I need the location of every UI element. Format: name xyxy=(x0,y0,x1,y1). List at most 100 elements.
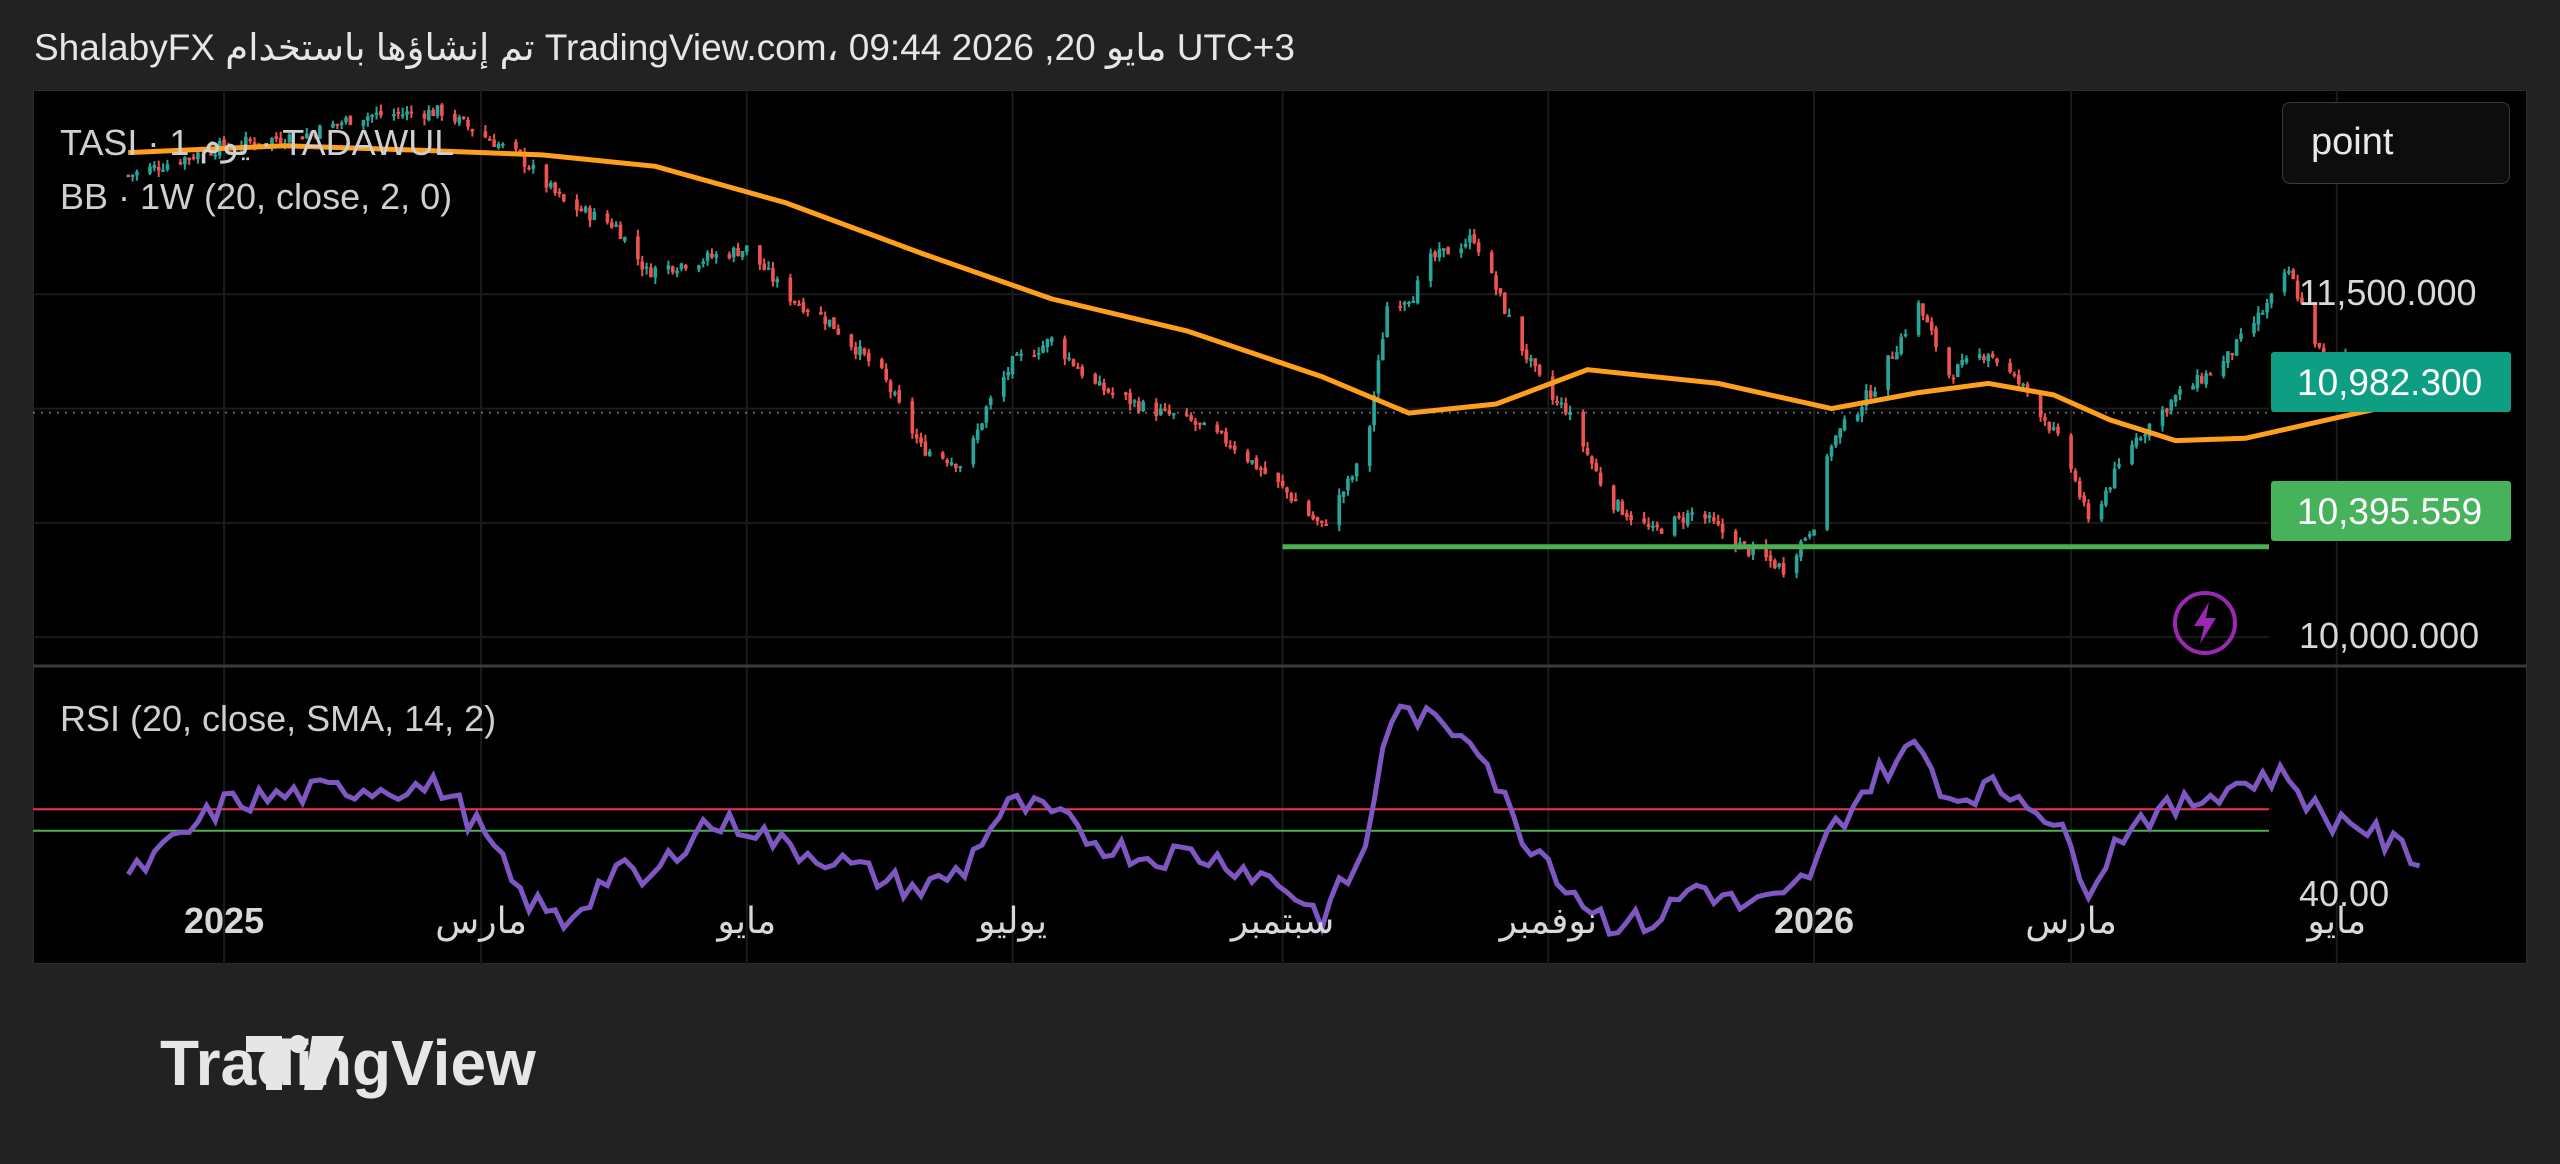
candle-body xyxy=(2173,395,2178,402)
candle-body xyxy=(1768,555,1773,561)
candle-body xyxy=(2012,373,2017,376)
flash-icon[interactable] xyxy=(2172,590,2238,656)
candle-body xyxy=(1433,251,1437,258)
candle-body xyxy=(379,110,383,116)
candle-body xyxy=(457,117,462,124)
candle-body xyxy=(1899,336,1903,354)
candle-body xyxy=(2138,438,2143,441)
candle-body xyxy=(609,222,614,228)
candle-body xyxy=(762,263,767,270)
candle-body xyxy=(701,261,706,264)
candle-body xyxy=(1428,253,1433,282)
candle-body xyxy=(766,267,771,270)
candle-body xyxy=(492,139,496,148)
time-tick-label: مايو xyxy=(717,900,777,941)
candle-body xyxy=(161,169,165,172)
candle-body xyxy=(1041,345,1045,353)
candle-body xyxy=(592,211,597,220)
candle-body xyxy=(1646,524,1651,527)
point-button[interactable]: point xyxy=(2282,102,2510,184)
candle-body xyxy=(1263,467,1267,474)
candle-body xyxy=(2234,339,2239,356)
candle-body xyxy=(1320,520,1324,523)
candle-body xyxy=(914,434,919,439)
candle-body xyxy=(910,401,915,434)
candle-body xyxy=(2195,374,2200,388)
candle-body xyxy=(1093,374,1098,384)
candle-body xyxy=(1873,391,1877,397)
candle-body xyxy=(165,164,170,170)
candle-body xyxy=(370,114,374,117)
candle-body xyxy=(727,254,732,259)
candle-body xyxy=(884,368,888,381)
candle-body xyxy=(440,104,444,116)
candle-body xyxy=(1198,422,1202,425)
candle-body xyxy=(941,452,945,459)
candle-body xyxy=(2165,408,2169,413)
candle-body xyxy=(1459,248,1464,254)
candle-body xyxy=(1154,402,1159,417)
candle-body xyxy=(880,359,884,368)
candle-body xyxy=(1947,347,1951,376)
candle-body xyxy=(1415,280,1420,304)
candle-body xyxy=(731,247,736,258)
candle-body xyxy=(1685,513,1690,525)
candle-body xyxy=(836,328,841,335)
candle-body xyxy=(858,346,862,356)
candle-body xyxy=(1681,517,1686,523)
candle-body xyxy=(832,317,836,329)
candle-body xyxy=(893,392,897,395)
candle-body xyxy=(2082,495,2086,503)
candle-body xyxy=(1215,424,1220,433)
candle-body xyxy=(1677,515,1681,518)
chart-canvas[interactable] xyxy=(33,90,2527,964)
candle-body xyxy=(1228,445,1233,448)
candle-body xyxy=(1128,393,1132,405)
candle-body xyxy=(636,236,640,260)
candle-body xyxy=(1385,306,1389,338)
legend-bb-indicator[interactable]: BB · 1W (20, close, 2, 0) xyxy=(60,176,452,218)
candle-body xyxy=(1367,426,1372,466)
candle-body xyxy=(1006,371,1010,376)
candle-body xyxy=(557,191,562,194)
candle-body xyxy=(470,129,475,132)
candle-body xyxy=(1712,517,1716,522)
candle-body xyxy=(1324,523,1328,526)
candle-body xyxy=(623,237,627,241)
candle-body xyxy=(2112,468,2117,488)
candle-body xyxy=(2051,427,2056,430)
candle-body xyxy=(431,109,435,117)
candle-body xyxy=(1293,499,1298,502)
candle-body xyxy=(1189,415,1193,421)
candle-body xyxy=(1890,356,1895,359)
candle-body xyxy=(1032,355,1037,358)
candle-body xyxy=(1825,456,1829,530)
candle-body xyxy=(649,267,653,278)
time-tick-label: يوليو xyxy=(977,900,1048,941)
candle-body xyxy=(1250,460,1254,464)
candle-body xyxy=(1441,248,1446,251)
candle-body xyxy=(1803,538,1808,541)
price-tick-label: 11,500.000 xyxy=(2299,272,2477,314)
candle-body xyxy=(1437,248,1442,258)
candle-body xyxy=(2239,333,2243,340)
candle-body xyxy=(897,390,902,403)
legend-rsi-indicator[interactable]: RSI (20, close, SMA, 14, 2) xyxy=(60,698,496,740)
candle-body xyxy=(156,167,161,171)
legend-symbol[interactable]: TASI · 1 يوم · TADAWUL xyxy=(60,122,454,164)
candle-body xyxy=(849,334,854,347)
candle-body xyxy=(1498,288,1503,294)
candlestick-series xyxy=(126,103,2422,579)
candle-body xyxy=(366,116,370,121)
candle-body xyxy=(1110,392,1115,395)
candle-body xyxy=(984,406,989,423)
candle-body xyxy=(801,301,806,313)
candle-body xyxy=(771,268,775,282)
candle-body xyxy=(1842,419,1847,431)
candle-body xyxy=(1951,377,1956,380)
candle-body xyxy=(675,270,679,274)
candle-body xyxy=(1964,358,1969,363)
candle-body xyxy=(1703,514,1707,519)
candle-body xyxy=(1232,445,1237,451)
candle-body xyxy=(827,319,832,327)
